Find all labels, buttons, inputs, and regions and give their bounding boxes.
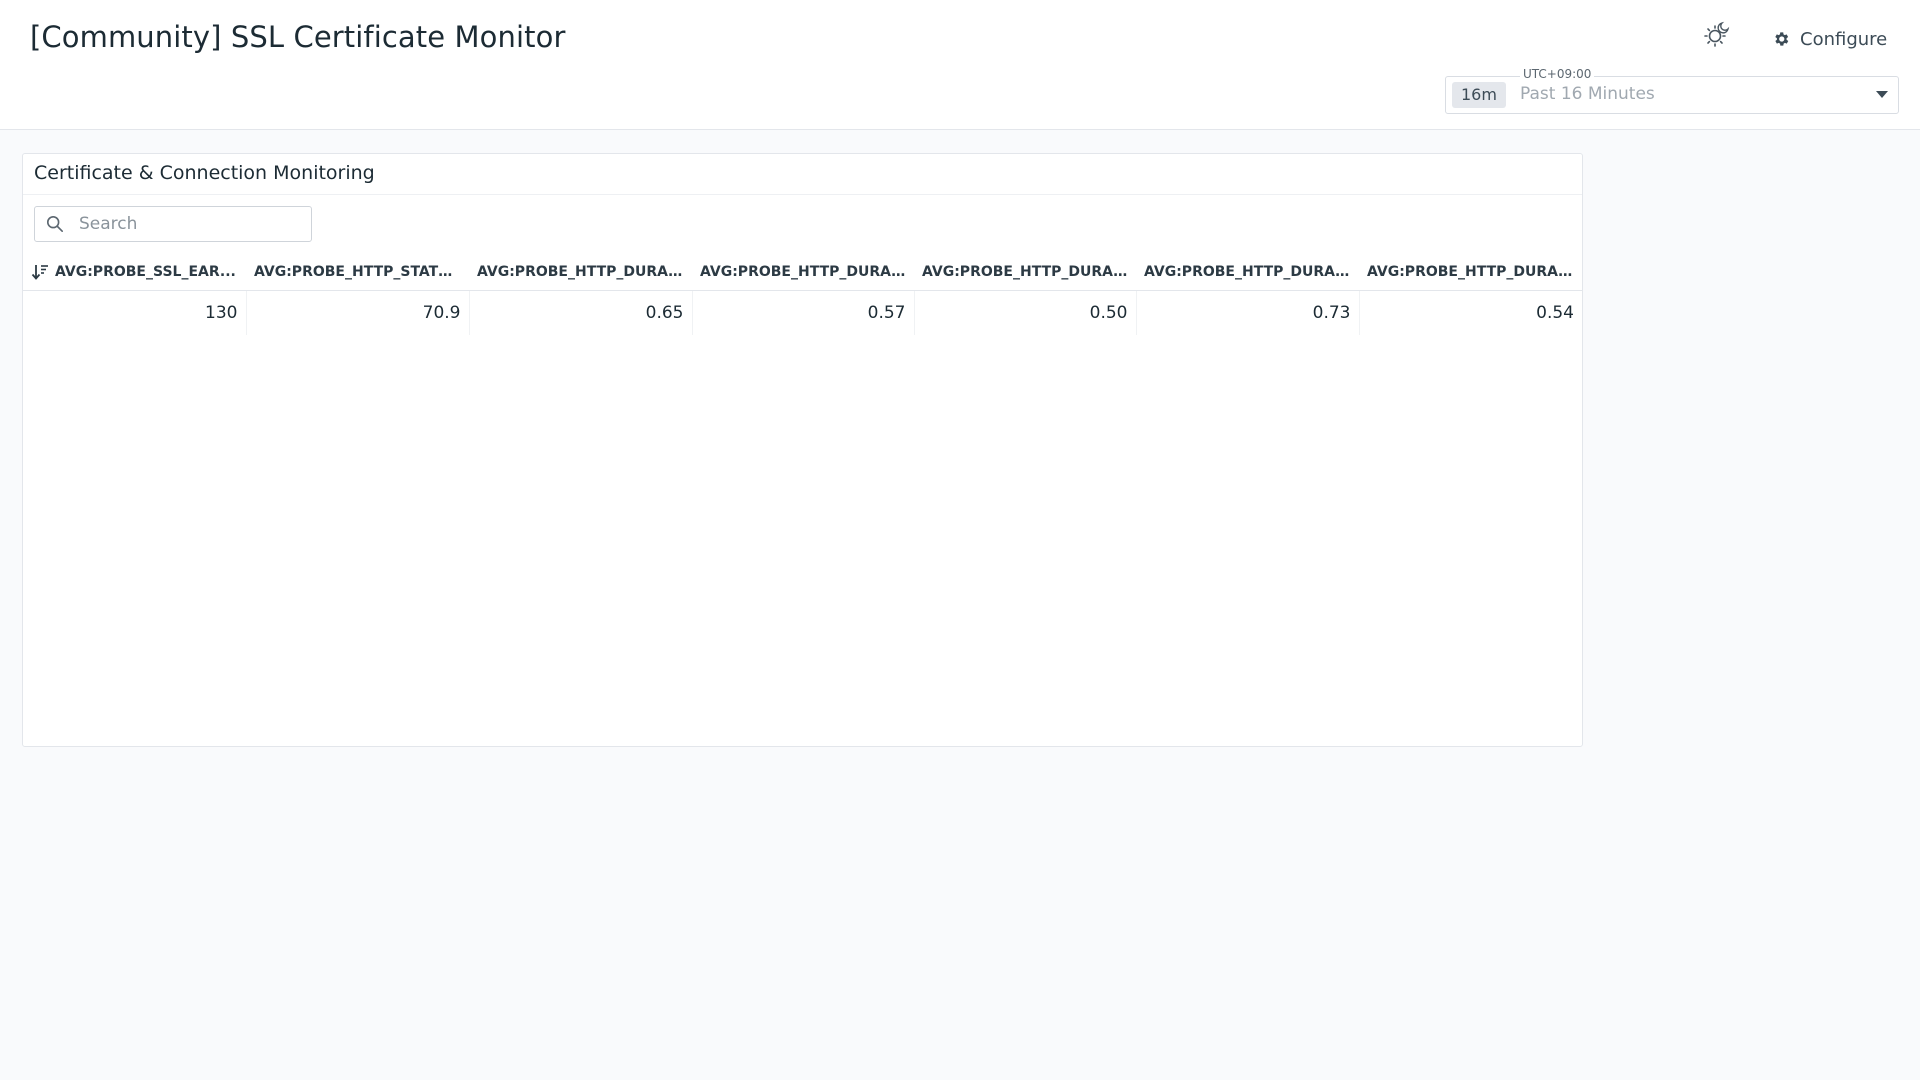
- column-header[interactable]: AVG:PROBE_HTTP_DURA...: [1359, 254, 1582, 291]
- configure-label: Configure: [1800, 28, 1888, 50]
- monitoring-widget: Certificate & Connection Monitoring Sear…: [22, 153, 1583, 747]
- column-header-label: AVG:PROBE_SSL_EAR...: [55, 264, 236, 280]
- table-header-row: AVG:PROBE_SSL_EAR... AVG:PROBE_HTTP_STAT…: [23, 254, 1582, 291]
- column-header[interactable]: AVG:PROBE_HTTP_DURA...: [469, 254, 692, 291]
- page-title: [Community] SSL Certificate Monitor: [30, 20, 566, 54]
- search-input[interactable]: [77, 211, 301, 237]
- table-cell: 0.57: [692, 290, 915, 335]
- column-header[interactable]: AVG:PROBE_SSL_EAR...: [23, 254, 246, 291]
- table-cell: 0.54: [1536, 303, 1574, 323]
- dashboard-header: [Community] SSL Certificate Monitor Conf…: [0, 0, 1920, 130]
- configure-button[interactable]: Configure: [1772, 22, 1887, 56]
- table-cell: 130: [23, 290, 247, 335]
- column-header[interactable]: AVG:PROBE_HTTP_DURA...: [1136, 254, 1359, 291]
- table-cell: 0.65: [469, 290, 693, 335]
- widget-title: Certificate & Connection Monitoring: [34, 162, 375, 184]
- range-text: Past 16 Minutes: [1520, 84, 1655, 104]
- chevron-down-icon[interactable]: [1876, 91, 1888, 98]
- sort-descending-icon[interactable]: [31, 263, 49, 281]
- column-header[interactable]: AVG:PROBE_HTTP_DURA...: [692, 254, 914, 291]
- divider: [23, 194, 1582, 195]
- column-header[interactable]: AVG:PROBE_HTTP_STATU...: [246, 254, 469, 291]
- theme-toggle-button[interactable]: [1700, 19, 1732, 51]
- gear-icon: [1775, 32, 1789, 46]
- data-table: AVG:PROBE_SSL_EAR... AVG:PROBE_HTTP_STAT…: [23, 254, 1582, 335]
- search-icon: [46, 215, 64, 233]
- timezone-label: UTC+09:00: [1520, 67, 1595, 81]
- table-cell: 70.9: [246, 290, 470, 335]
- column-header[interactable]: AVG:PROBE_HTTP_DURA...: [914, 254, 1136, 291]
- search-field[interactable]: [34, 206, 312, 242]
- time-range-selector[interactable]: UTC+09:00 16m Past 16 Minutes: [1445, 67, 1899, 114]
- sun-moon-icon: [1704, 21, 1730, 47]
- table-cell: 0.50: [914, 290, 1137, 335]
- range-badge: 16m: [1452, 82, 1506, 108]
- table-cell: 0.73: [1136, 290, 1360, 335]
- table-row[interactable]: 130 70.9 0.65 0.57 0.50 0.73 0.54: [23, 290, 1582, 335]
